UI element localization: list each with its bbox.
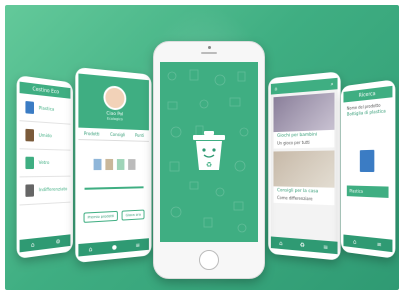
result-label: Plastica [346, 185, 389, 198]
promo-stage: Cestino Eco Plastica Umido Vetro Indiffe… [5, 5, 399, 290]
home-button[interactable] [199, 250, 219, 270]
tab-punti[interactable]: Punti [135, 133, 144, 138]
settings-icon[interactable]: ⚙ [56, 238, 61, 245]
bin-icon [359, 149, 375, 173]
card-image [273, 150, 335, 188]
bin-icon [128, 159, 136, 170]
home-icon[interactable]: ⌂ [31, 241, 35, 249]
phone-bin-list: Cestino Eco Plastica Umido Vetro Indiffe… [16, 74, 73, 260]
list-item-label: Indifferenziato [38, 186, 68, 193]
avatar[interactable] [103, 84, 127, 111]
menu-icon[interactable]: ≡ [135, 241, 140, 248]
card-image [273, 92, 335, 133]
list-item-label: Plastica [38, 105, 55, 113]
bottom-nav: ⌂ ⚙ [19, 234, 71, 253]
bin-icon [93, 158, 102, 171]
smiling-trash-can-icon: ♻ [193, 131, 225, 170]
tab-prodotti[interactable]: Prodotti [84, 131, 100, 137]
menu-icon[interactable]: ≡ [377, 241, 382, 249]
home-icon[interactable]: ⌂ [279, 240, 282, 247]
progress-bar [84, 186, 144, 190]
list-item[interactable]: Umido [19, 121, 71, 151]
bottom-nav: ⌂ ≡ [343, 234, 393, 253]
phone-search: Ricerca Nome del prodotto Bottiglia di p… [340, 79, 396, 259]
list-item-label: Umido [38, 133, 52, 139]
feed-card[interactable]: Giochi per bambini Un gioco per tutti [273, 92, 335, 149]
user-subtitle: Ecologico [107, 116, 123, 121]
list-item[interactable]: Indifferenziato [19, 176, 71, 206]
premio-button[interactable]: Premio prodotti [83, 210, 118, 223]
header-title: Cestino Eco [32, 85, 60, 95]
search-icon[interactable]: ⌕ [331, 81, 334, 87]
list-item[interactable]: Vetro [19, 149, 71, 178]
feed-card[interactable]: Consigli per la casa Come differenziare [273, 150, 335, 206]
phone-center: ♻ [153, 41, 265, 279]
home-icon[interactable]: ⌂ [353, 238, 356, 245]
profile-header: Ciao Pol Ecologico [78, 73, 149, 131]
bin-result [343, 149, 392, 173]
list-item-label: Vetro [38, 160, 50, 166]
gioca-button[interactable]: Gioca ora [121, 209, 145, 221]
phone-feed: ⌂ ⌕ Giochi per bambini Un gioco per tutt… [268, 71, 341, 261]
splash-screen: ♻ [160, 62, 258, 242]
speaker [201, 52, 217, 54]
card-subtitle: Un gioco per tutti [277, 139, 310, 146]
bin-icon [116, 159, 125, 170]
recycle-icon[interactable]: ♻ [300, 241, 305, 248]
bin-icon [25, 184, 34, 197]
bin-icon [105, 158, 114, 171]
bin-icon [25, 156, 34, 170]
camera [208, 46, 211, 49]
bin-icon [25, 100, 34, 115]
card-subtitle: Come differenziare [277, 195, 313, 202]
product-name: Bottiglia di plastica [346, 109, 386, 118]
tab-consigli[interactable]: Consigli [110, 132, 125, 137]
user-icon[interactable]: ● [112, 243, 117, 250]
bin-icon [25, 128, 34, 142]
phone-profile: Ciao Pol Ecologico Prodotti Consigli Pun… [75, 66, 152, 264]
home-icon[interactable]: ⌂ [274, 86, 277, 92]
list-item[interactable]: Plastica [19, 93, 71, 125]
bottom-nav: ⌂ ♻ ≡ [270, 236, 338, 255]
tab-bar: Prodotti Consigli Punti [78, 127, 149, 142]
svg-text:♻: ♻ [206, 161, 212, 169]
bottom-nav: ⌂ ● ≡ [78, 238, 149, 257]
bins-row [78, 158, 148, 171]
header-title: Ricerca [358, 90, 376, 99]
home-icon[interactable]: ⌂ [89, 245, 93, 253]
menu-icon[interactable]: ≡ [323, 243, 328, 251]
